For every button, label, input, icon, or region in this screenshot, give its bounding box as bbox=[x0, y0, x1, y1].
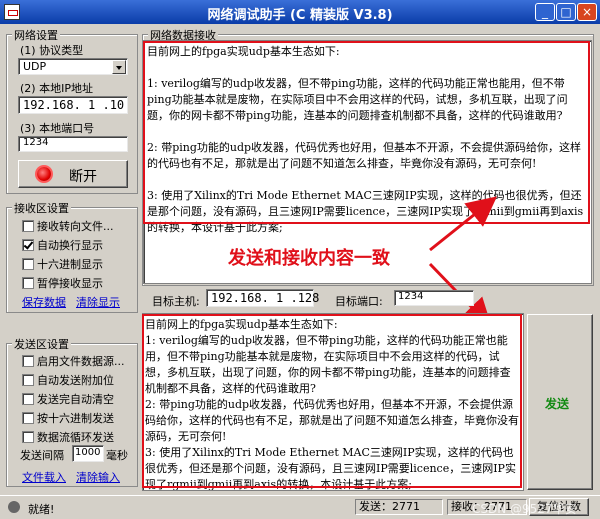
target-host-label: 目标主机: bbox=[152, 295, 200, 308]
send-button-label: 发送 bbox=[545, 397, 570, 411]
status-bar: 就绪! 发送：2771 接收：2771 复位计数 CSDN @9527华安 bbox=[0, 495, 600, 519]
target-host-value: 192.168. 1 .128 bbox=[211, 291, 320, 305]
watermark-text: CSDN @9527华安 bbox=[472, 502, 577, 516]
target-port-value: 1234 bbox=[398, 291, 424, 302]
status-ready: 就绪! bbox=[28, 503, 55, 516]
send-button[interactable]: 发送 bbox=[527, 314, 593, 490]
target-port-field[interactable]: 1234 bbox=[394, 290, 474, 306]
send-count-label: 发送： bbox=[359, 500, 392, 513]
send-count-value: 2771 bbox=[392, 500, 420, 513]
send-highlight-box bbox=[142, 314, 522, 488]
arrow-up-icon bbox=[429, 196, 498, 252]
status-icon bbox=[8, 501, 20, 513]
target-host-field[interactable]: 192.168. 1 .128 bbox=[206, 289, 319, 307]
target-port-label: 目标端口: bbox=[335, 295, 383, 308]
send-count-cell: 发送：2771 bbox=[355, 499, 443, 515]
